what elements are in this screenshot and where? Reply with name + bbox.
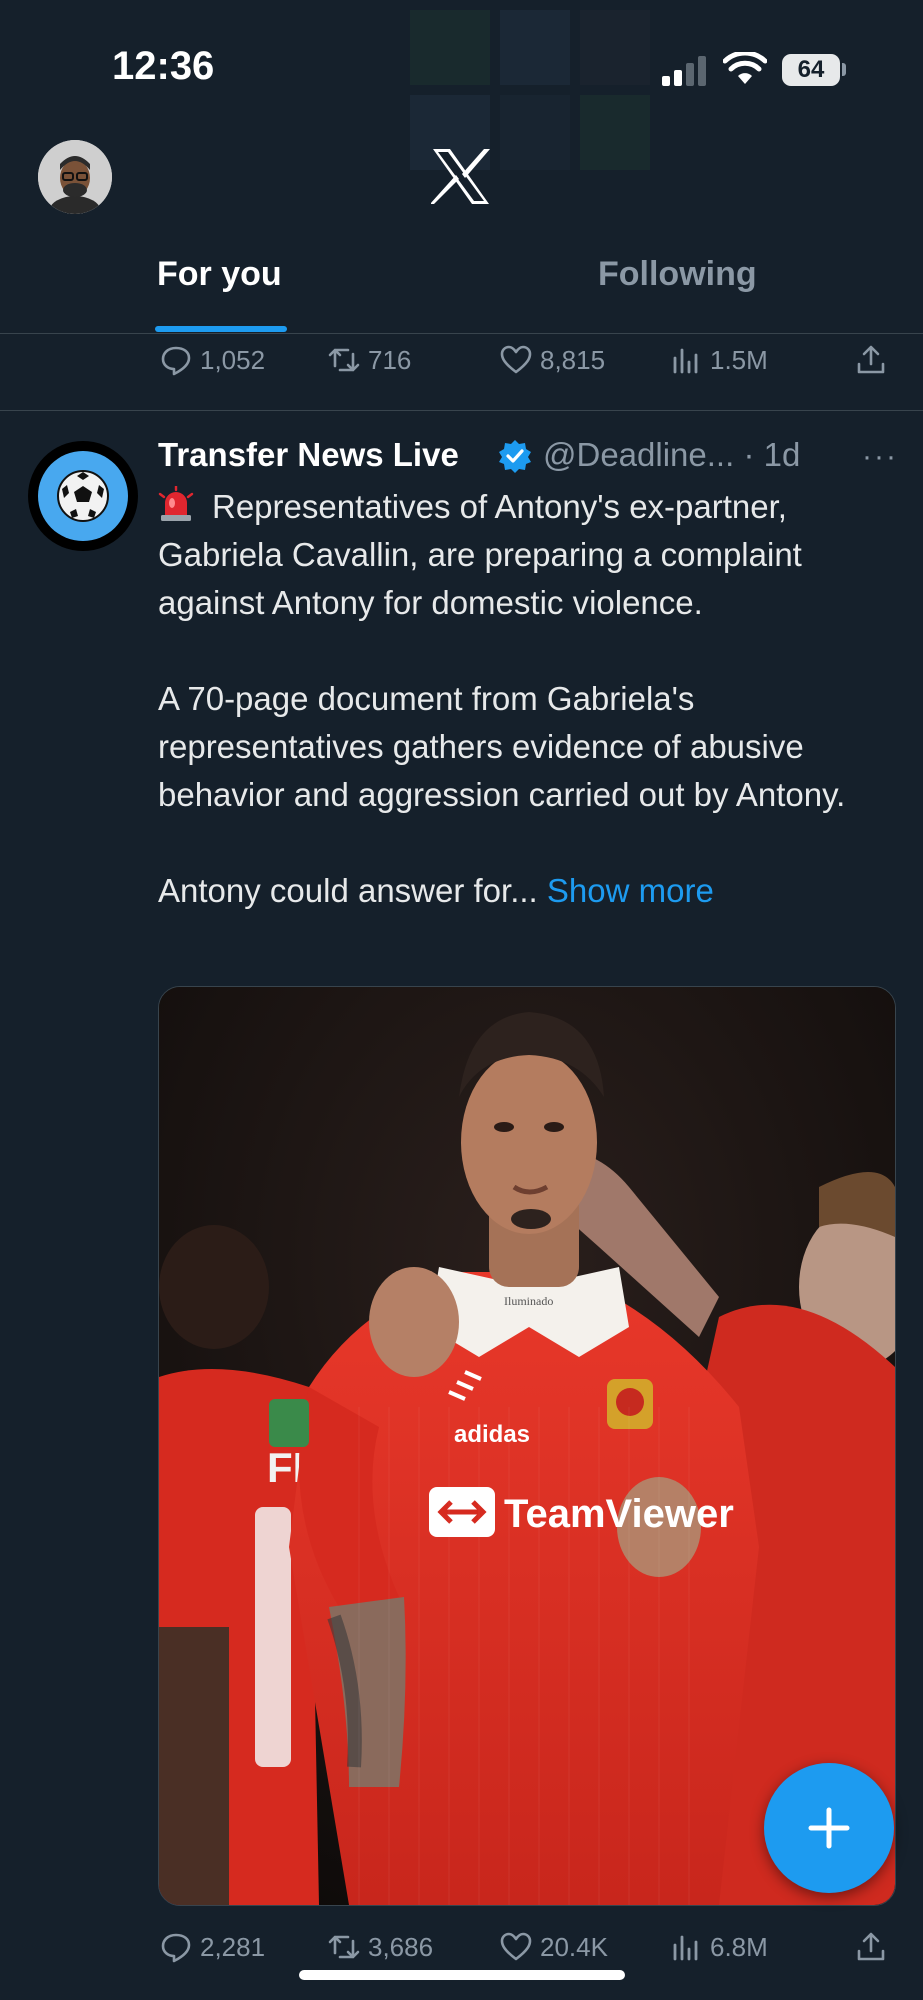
compose-fab-button[interactable]: [764, 1763, 894, 1893]
repost-count: 3,686: [368, 1931, 434, 1962]
like-count: 8,815: [540, 344, 606, 375]
sponsor-text: TeamViewer: [504, 1492, 734, 1536]
header-divider: [0, 333, 923, 334]
repost-button[interactable]: 3,686: [328, 1922, 433, 1972]
siren-icon: [158, 486, 194, 521]
show-more-link[interactable]: Show more: [547, 872, 714, 909]
heart-icon: [500, 1932, 532, 1961]
soccer-ball-icon: [57, 470, 109, 522]
reply-icon: [161, 1933, 191, 1963]
memoji-avatar-icon: [38, 140, 112, 214]
collar-text: Iluminado: [504, 1294, 553, 1308]
author-handle: @Deadline...: [543, 436, 735, 473]
football-player-photo: FR adidas TeamViewer Iluminado: [159, 987, 895, 1905]
repost-icon: [328, 348, 360, 372]
tweet-divider: [0, 410, 923, 411]
views-button[interactable]: 6.8M: [670, 1922, 768, 1972]
previous-tweet-action-bar: 1,052 716 8,815 1.5M: [0, 335, 923, 385]
reply-count: 2,281: [200, 1931, 266, 1962]
wifi-icon: [723, 52, 767, 84]
status-time: 12:36: [112, 44, 215, 88]
verified-badge-icon: [499, 440, 531, 473]
profile-avatar[interactable]: [38, 140, 112, 214]
author-handle-time[interactable]: @Deadline... · 1d: [543, 436, 800, 474]
repost-icon: [328, 1935, 360, 1959]
battery-indicator: 64: [782, 54, 840, 86]
plus-icon: [808, 1807, 850, 1849]
active-tab-indicator: [155, 326, 287, 332]
heart-icon: [500, 345, 532, 374]
tab-for-you[interactable]: For you: [157, 255, 282, 294]
brand-left-text: adidas: [454, 1421, 530, 1448]
tweet-time: · 1d: [743, 436, 801, 473]
repost-button[interactable]: 716: [328, 335, 411, 385]
like-count: 20.4K: [540, 1931, 608, 1962]
share-button[interactable]: [855, 1922, 887, 1972]
share-icon: [857, 345, 885, 374]
home-indicator: [299, 1970, 625, 1980]
tweet-text[interactable]: Representatives of Antony's ex-partner, …: [158, 483, 898, 915]
author-name[interactable]: Transfer News Live: [158, 436, 459, 474]
tweet-paragraph-3: Antony could answer for... Show more: [158, 867, 898, 915]
tweet-paragraph-2: A 70-page document from Gabriela's repre…: [158, 680, 846, 813]
tab-following[interactable]: Following: [598, 255, 757, 294]
like-button[interactable]: 20.4K: [500, 1922, 608, 1972]
repost-count: 716: [368, 344, 412, 375]
tweet-paragraph-3-text: Antony could answer for...: [158, 872, 538, 909]
like-button[interactable]: 8,815: [500, 335, 605, 385]
views-button[interactable]: 1.5M: [670, 335, 768, 385]
reply-icon: [161, 346, 191, 376]
x-logo-icon[interactable]: [431, 148, 491, 205]
views-count: 1.5M: [710, 344, 768, 375]
views-count: 6.8M: [710, 1931, 768, 1962]
more-options-button[interactable]: ···: [862, 440, 898, 474]
tweet-paragraph-1: Representatives of Antony's ex-partner, …: [158, 483, 898, 627]
reply-button[interactable]: 2,281: [160, 1922, 265, 1972]
author-avatar[interactable]: [28, 441, 138, 551]
tweet-media-image[interactable]: FR adidas TeamViewer Iluminado: [158, 986, 896, 1906]
signal-icon: [662, 56, 706, 86]
tweet-paragraph-1-text: Representatives of Antony's ex-partner, …: [158, 488, 802, 621]
share-icon: [857, 1932, 885, 1961]
reply-button[interactable]: 1,052: [160, 335, 265, 385]
views-chart-icon: [673, 1935, 698, 1961]
views-chart-icon: [673, 348, 698, 374]
reply-count: 1,052: [200, 344, 266, 375]
tweet-action-bar: 2,281 3,686 20.4K 6.8M: [0, 1922, 923, 1972]
share-button[interactable]: [855, 335, 887, 385]
battery-nub: [842, 63, 846, 76]
